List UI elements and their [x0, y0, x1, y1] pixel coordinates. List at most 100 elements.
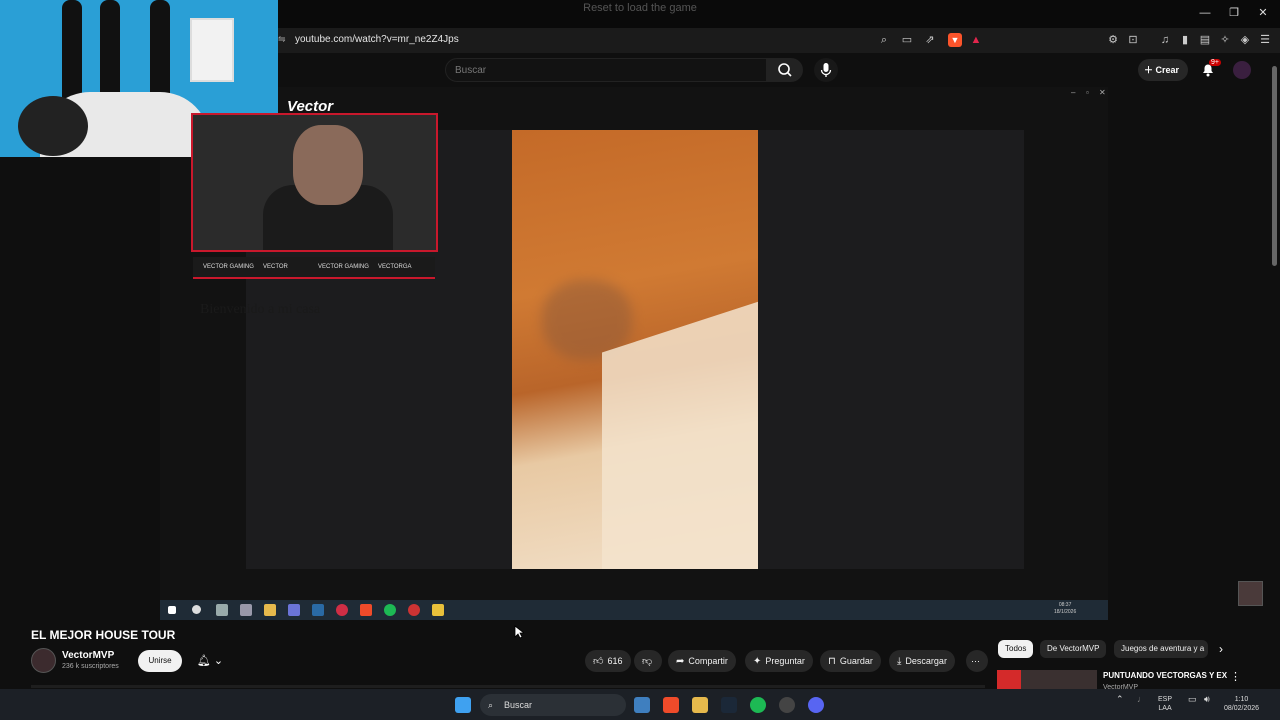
- inner-close-icon: ✕: [1099, 88, 1106, 97]
- like-button[interactable]: 👍︎ 616: [585, 650, 631, 672]
- search-input[interactable]: Buscar: [445, 58, 767, 82]
- plus-icon: ＋: [1144, 65, 1156, 75]
- create-button[interactable]: ＋ Crear: [1138, 59, 1188, 81]
- taskbar-discord-icon[interactable]: [808, 697, 824, 713]
- dislike-button[interactable]: 👎︎: [634, 650, 662, 672]
- twitter-social: VECTOR GAMING: [318, 264, 369, 270]
- lang-bottom: LAA: [1158, 705, 1172, 712]
- brave-shields-icon[interactable]: ▼: [948, 33, 962, 47]
- create-label: Crear: [1155, 65, 1180, 75]
- site-info-icon[interactable]: ⇋: [278, 34, 286, 45]
- video-title: EL MEJOR HOUSE TOUR: [31, 628, 176, 642]
- search-icon: [778, 63, 792, 77]
- media-icon[interactable]: ♫: [1158, 33, 1172, 47]
- share-arrow-icon: ➦: [676, 656, 685, 667]
- inner-spotify-icon: [384, 604, 396, 616]
- voice-search-button[interactable]: [814, 58, 838, 82]
- start-icon[interactable]: [455, 697, 471, 713]
- floating-avatar[interactable]: [1238, 581, 1263, 606]
- inner-app-icon: [240, 604, 252, 616]
- leo-icon[interactable]: ✧: [1218, 33, 1232, 47]
- minimize-icon[interactable]: —: [1198, 6, 1212, 20]
- streamer-head: [18, 96, 88, 156]
- subscriber-count: 236 k suscriptores: [62, 663, 119, 670]
- inner-brave-icon: [360, 604, 372, 616]
- vpn-icon[interactable]: ◈: [1238, 33, 1252, 47]
- inner-app3-icon: [432, 604, 444, 616]
- taskbar-explorer-icon[interactable]: [692, 697, 708, 713]
- scroll-thumb[interactable]: [1272, 66, 1277, 266]
- vertical-video-frame: [512, 130, 758, 569]
- clock-date: 08/02/2026: [1224, 705, 1260, 712]
- mic-tray-icon[interactable]: ♩: [1137, 695, 1146, 704]
- url-field[interactable]: youtube.com/watch?v=mr_ne2Z4Jps: [295, 34, 459, 45]
- account-avatar[interactable]: [1233, 61, 1251, 79]
- sidebar-icon[interactable]: ▮: [1178, 33, 1192, 47]
- screenshot-icon[interactable]: ⊡: [1126, 33, 1140, 47]
- taskbar-spotify-icon[interactable]: [750, 697, 766, 713]
- restore-icon[interactable]: ❐: [1227, 6, 1241, 20]
- lang-top: ESP: [1158, 696, 1173, 703]
- more-actions-button[interactable]: ⋯: [966, 650, 988, 672]
- more-vert-icon[interactable]: ⋮: [1230, 670, 1241, 683]
- ask-label: Preguntar: [765, 656, 805, 666]
- recommended-thumbnail[interactable]: [997, 670, 1097, 690]
- channel-avatar[interactable]: [31, 648, 56, 673]
- save-button[interactable]: ⊓ Guardar: [820, 650, 881, 672]
- inner-date: 18/1/2026: [1054, 609, 1077, 615]
- chip-channel[interactable]: De VectorMVP: [1040, 640, 1107, 658]
- taskbar-steam-icon[interactable]: [721, 697, 737, 713]
- chevron-right-icon[interactable]: ›: [1219, 642, 1223, 656]
- language-indicator[interactable]: ESP LAA: [1158, 695, 1172, 713]
- taskbar-clock[interactable]: 1:10 08/02/2026: [1224, 695, 1259, 713]
- inner-steam-icon: [312, 604, 324, 616]
- inner-minimize-icon: –: [1071, 88, 1076, 97]
- inner-discord-icon: [288, 604, 300, 616]
- more-dots-icon: ⋯: [971, 656, 980, 666]
- zoom-icon[interactable]: ⌕: [877, 33, 891, 47]
- download-label: Descargar: [905, 656, 947, 666]
- channel-name[interactable]: VectorMVP: [62, 650, 114, 661]
- network-icon[interactable]: ▭: [1188, 695, 1197, 704]
- wallet-icon[interactable]: ▤: [1198, 33, 1212, 47]
- chip-adventure[interactable]: Juegos de aventura y a: [1114, 640, 1208, 658]
- instagram-social: VECTORGA: [378, 264, 412, 270]
- bookmark-icon: ⊓: [828, 656, 836, 667]
- taskbar-obs-icon[interactable]: [779, 697, 795, 713]
- join-button[interactable]: Unirse: [138, 650, 182, 672]
- thumbs-down-icon: 👎︎: [642, 656, 653, 667]
- inner-taskview-icon: [216, 604, 228, 616]
- menu-icon[interactable]: ☰: [1258, 33, 1272, 47]
- inner-time: 08:37: [1058, 602, 1072, 608]
- inner-maximize-icon: ▫: [1086, 88, 1089, 97]
- inner-app2-icon: [408, 604, 420, 616]
- download-button[interactable]: ⤓ Descargar: [889, 650, 955, 672]
- clock-time: 1:10: [1234, 696, 1249, 703]
- close-icon[interactable]: ✕: [1256, 6, 1270, 20]
- extensions-icon[interactable]: ⚙: [1106, 33, 1120, 47]
- taskbar-search-label: Buscar: [504, 700, 533, 710]
- taskbar-brave-icon[interactable]: [663, 697, 679, 713]
- inner-start-icon: [168, 606, 176, 614]
- search-button[interactable]: [767, 58, 803, 82]
- subscribe-bell-button[interactable]: 🔔︎ ⌄: [190, 650, 230, 672]
- taskbar-app-icon[interactable]: [634, 697, 650, 713]
- share-button[interactable]: ➦ Compartir: [668, 650, 736, 672]
- ask-button[interactable]: ✦ Preguntar: [745, 650, 813, 672]
- cast-icon[interactable]: ▭: [900, 33, 914, 47]
- vector-webcam: [191, 113, 438, 252]
- windows-taskbar: ⌕ Buscar ⌃ ♩ ESP LAA ▭ 🔊︎ 1:10 08/02/202…: [0, 689, 1280, 720]
- comment-divider: [31, 685, 985, 688]
- chevron-down-icon: ⌄: [213, 655, 224, 667]
- volume-icon[interactable]: 🔊︎: [1204, 695, 1210, 704]
- save-label: Guardar: [839, 656, 873, 666]
- share-icon[interactable]: ⇗: [923, 33, 937, 47]
- download-icon: ⤓: [897, 656, 902, 667]
- brave-rewards-icon[interactable]: ▲: [969, 33, 983, 47]
- chip-all[interactable]: Todos: [998, 640, 1034, 658]
- tray-chevron-icon[interactable]: ⌃: [1116, 695, 1124, 704]
- recommended-title[interactable]: PUNTUANDO VECTORGAS Y EX: [1103, 671, 1227, 680]
- taskbar-search[interactable]: ⌕ Buscar: [480, 694, 626, 716]
- inner-clock: 08:37 18/1/2026: [1054, 602, 1076, 616]
- youtube-social: VECTOR GAMING: [203, 264, 254, 270]
